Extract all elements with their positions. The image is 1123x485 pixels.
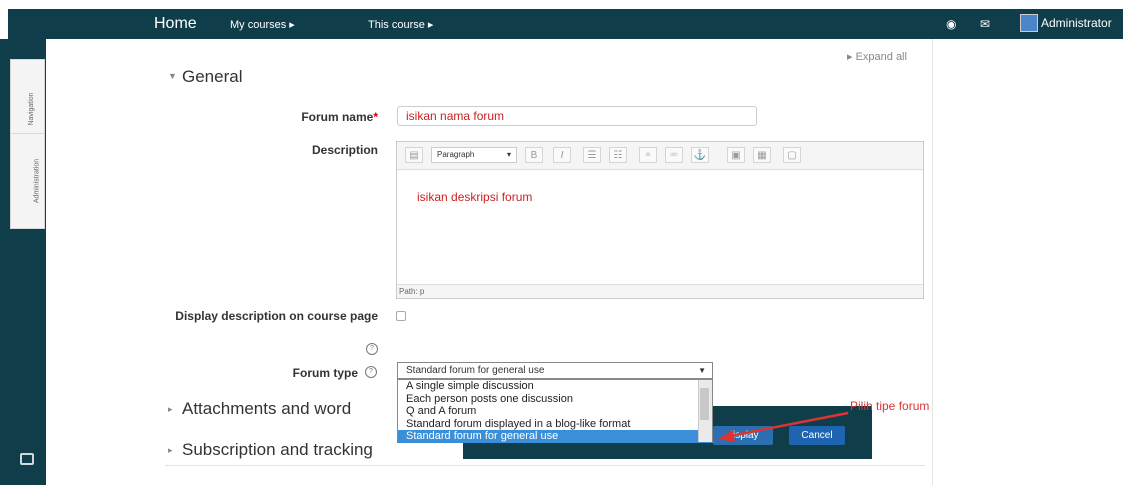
expand-caret-icon[interactable]: ▸ (168, 445, 173, 456)
section-attachments[interactable]: Attachments and word (182, 399, 351, 419)
bold-icon[interactable]: B (525, 147, 543, 163)
dock-tab-label: Navigation (28, 92, 36, 126)
section-general[interactable]: General (182, 67, 242, 87)
toolbar-toggle-icon[interactable]: ▤ (405, 147, 423, 163)
collapse-caret-icon[interactable]: ▼ (168, 71, 177, 81)
editor-path: Path: p (397, 284, 923, 298)
dock-tab-label: Administration (33, 158, 41, 204)
forum-type-label: Forum type (292, 366, 358, 380)
top-navbar: Home My courses ▸ This course ▸ ◉ ✉ Admi… (8, 9, 1123, 39)
link-icon[interactable]: ⚭ (639, 147, 657, 163)
annotation-label: Pilih tipe forum (850, 399, 930, 413)
italic-icon[interactable]: I (553, 147, 571, 163)
media-icon[interactable]: ▦ (753, 147, 771, 163)
chevron-down-icon: ▼ (698, 366, 706, 375)
forum-type-option[interactable]: Standard forum displayed in a blog-like … (398, 418, 712, 431)
file-icon[interactable]: ▢ (783, 147, 801, 163)
section-subscription[interactable]: Subscription and tracking (182, 440, 373, 460)
help-icon[interactable]: ? (365, 366, 377, 378)
editor-content[interactable]: isikan deskripsi forum (417, 190, 532, 204)
anchor-icon[interactable]: ⚓ (691, 147, 709, 163)
this-course-menu[interactable]: This course ▸ (368, 18, 433, 31)
divider (165, 465, 925, 466)
user-name: Administrator (1041, 16, 1112, 30)
avatar (1020, 14, 1038, 32)
display-description-label: Display description on course page (175, 309, 378, 323)
my-courses-menu[interactable]: My courses ▸ (230, 18, 295, 31)
unlink-icon[interactable]: ⚮ (665, 147, 683, 163)
required-mark: * (373, 110, 378, 124)
cancel-button[interactable]: Cancel (789, 426, 845, 445)
user-menu[interactable]: Administrator (1020, 14, 1112, 32)
display-description-checkbox[interactable] (396, 311, 406, 321)
forum-type-select[interactable]: Standard forum for general use ▼ (397, 362, 713, 379)
image-icon[interactable]: ▣ (727, 147, 745, 163)
forum-name-input[interactable]: isikan nama forum (397, 106, 757, 126)
help-icon[interactable]: ? (366, 343, 378, 355)
ordered-list-icon[interactable]: ☷ (609, 147, 627, 163)
expand-caret-icon[interactable]: ▸ (168, 404, 173, 415)
display-button[interactable]: display (713, 426, 773, 445)
unordered-list-icon[interactable]: ☰ (583, 147, 601, 163)
dock-toggle-icon[interactable] (20, 453, 34, 465)
forum-name-label: Forum name* (301, 110, 378, 124)
forum-type-selected: Standard forum for general use (406, 365, 545, 376)
description-label: Description (311, 143, 378, 157)
forum-type-option-selected[interactable]: Standard forum for general use (398, 430, 712, 443)
messages-icon[interactable]: ✉ (980, 17, 990, 31)
notifications-icon[interactable]: ◉ (946, 17, 956, 31)
dropdown-scrollbar[interactable] (698, 380, 712, 442)
editor-toolbar: ▤ Paragraph ▾ B I ☰ ☷ ⚭ ⚮ ⚓ ▣ ▦ ▢ (397, 142, 923, 170)
expand-all-link[interactable]: ▸ Expand all (847, 50, 907, 63)
dock-tab-administration[interactable]: Administration (10, 133, 45, 229)
home-link[interactable]: Home (154, 15, 197, 33)
left-dock: Navigation Administration (0, 39, 46, 485)
forum-type-option[interactable]: Q and A forum (398, 405, 712, 418)
forum-type-option[interactable]: A single simple discussion (398, 380, 712, 393)
forum-type-dropdown[interactable]: A single simple discussion Each person p… (397, 379, 713, 443)
description-editor[interactable]: ▤ Paragraph ▾ B I ☰ ☷ ⚭ ⚮ ⚓ ▣ ▦ ▢ isikan … (396, 141, 924, 299)
paragraph-format-select[interactable]: Paragraph ▾ (431, 147, 517, 163)
forum-type-option[interactable]: Each person posts one discussion (398, 393, 712, 406)
